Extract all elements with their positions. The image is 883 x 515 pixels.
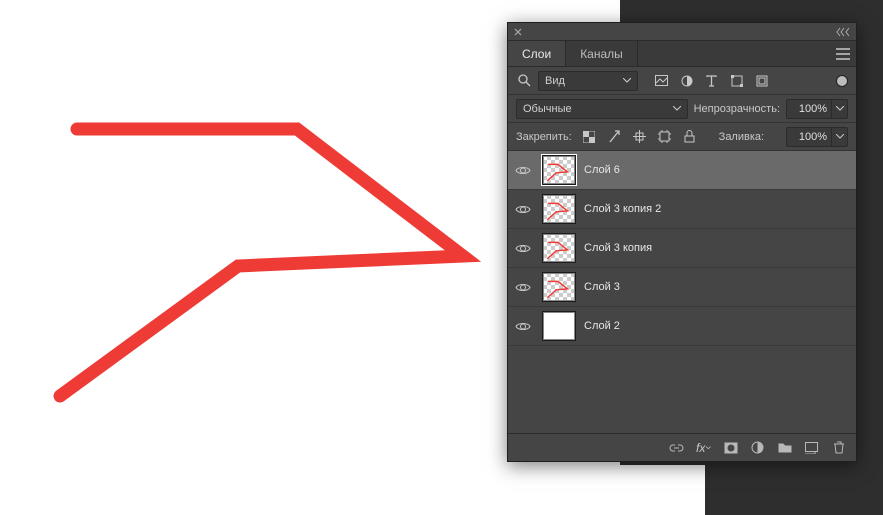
fill-value: 100%	[799, 131, 827, 143]
blend-mode-row: Обычные Непрозрачность: 100%	[508, 95, 856, 123]
close-icon[interactable]	[514, 28, 522, 36]
layer-thumbnail[interactable]	[542, 272, 576, 302]
layer-style-icon[interactable]: fx	[696, 440, 711, 455]
filter-toggle-switch[interactable]	[836, 75, 848, 87]
lock-all-icon[interactable]	[682, 129, 697, 144]
filter-type-icon[interactable]	[704, 73, 719, 88]
layer-name[interactable]: Слой 3 копия 2	[584, 203, 661, 215]
lock-label: Закрепить:	[516, 131, 572, 143]
tab-label: Каналы	[580, 47, 623, 61]
filter-kind-select[interactable]: Вид	[538, 71, 638, 91]
fill-label: Заливка:	[719, 131, 764, 143]
delete-layer-icon[interactable]	[831, 440, 846, 455]
layer-mask-icon[interactable]	[723, 440, 738, 455]
chevron-down-icon	[617, 78, 631, 83]
select-value: Обычные	[523, 103, 572, 115]
layer-name[interactable]: Слой 6	[584, 164, 620, 176]
layer-row[interactable]: Слой 6	[508, 151, 856, 190]
chevron-down-icon	[667, 106, 681, 111]
panel-tabs: Слои Каналы	[508, 41, 856, 67]
layer-thumbnail[interactable]	[542, 155, 576, 185]
lock-artboard-icon[interactable]	[657, 129, 672, 144]
layer-row[interactable]: Слой 3	[508, 268, 856, 307]
filter-adjustment-icon[interactable]	[679, 73, 694, 88]
fill-input[interactable]: 100%	[786, 127, 832, 147]
tab-channels[interactable]: Каналы	[566, 41, 638, 66]
select-value: Вид	[545, 75, 565, 87]
new-layer-icon[interactable]	[804, 440, 819, 455]
tab-layers[interactable]: Слои	[508, 41, 566, 66]
layers-panel: Слои Каналы Вид Обычные	[507, 22, 857, 462]
layer-name[interactable]: Слой 2	[584, 320, 620, 332]
layer-row[interactable]: Слой 3 копия	[508, 229, 856, 268]
panel-menu-icon[interactable]	[830, 41, 856, 66]
layer-list[interactable]: Слой 6 Слой 3 копия 2 Слой 3 копия Слой 3 Сл…	[508, 151, 856, 433]
layer-name[interactable]: Слой 3 копия	[584, 242, 652, 254]
collapse-panel-icon[interactable]	[836, 27, 850, 37]
filter-shape-icon[interactable]	[729, 73, 744, 88]
visibility-eye-icon[interactable]	[512, 282, 534, 293]
filter-pixel-icon[interactable]	[654, 73, 669, 88]
filter-smartobject-icon[interactable]	[754, 73, 769, 88]
search-icon	[516, 73, 532, 89]
lock-image-icon[interactable]	[607, 129, 622, 144]
layer-row[interactable]: Слой 3 копия 2	[508, 190, 856, 229]
layer-thumbnail[interactable]	[542, 194, 576, 224]
lock-row: Закрепить: Заливка: 100%	[508, 123, 856, 151]
layer-row[interactable]: Слой 2	[508, 307, 856, 346]
layer-group-icon[interactable]	[777, 440, 792, 455]
visibility-eye-icon[interactable]	[512, 243, 534, 254]
layer-thumbnail[interactable]	[542, 311, 576, 341]
link-layers-icon[interactable]	[669, 440, 684, 455]
opacity-label: Непрозрачность:	[694, 103, 780, 115]
visibility-eye-icon[interactable]	[512, 165, 534, 176]
opacity-chevron[interactable]	[832, 99, 848, 119]
panel-footer: fx	[508, 433, 856, 461]
blend-mode-select[interactable]: Обычные	[516, 99, 688, 119]
opacity-value: 100%	[799, 103, 827, 115]
filter-type-icons	[654, 73, 769, 88]
tab-label: Слои	[522, 47, 551, 61]
layer-thumbnail[interactable]	[542, 233, 576, 263]
lock-transparency-icon[interactable]	[582, 129, 597, 144]
visibility-eye-icon[interactable]	[512, 321, 534, 332]
layer-filter-row: Вид	[508, 67, 856, 95]
layer-name[interactable]: Слой 3	[584, 281, 620, 293]
canvas-overflow	[620, 465, 705, 515]
lock-position-icon[interactable]	[632, 129, 647, 144]
fill-chevron[interactable]	[832, 127, 848, 147]
opacity-input[interactable]: 100%	[786, 99, 832, 119]
visibility-eye-icon[interactable]	[512, 204, 534, 215]
adjustment-layer-icon[interactable]	[750, 440, 765, 455]
panel-titlebar[interactable]	[508, 23, 856, 41]
